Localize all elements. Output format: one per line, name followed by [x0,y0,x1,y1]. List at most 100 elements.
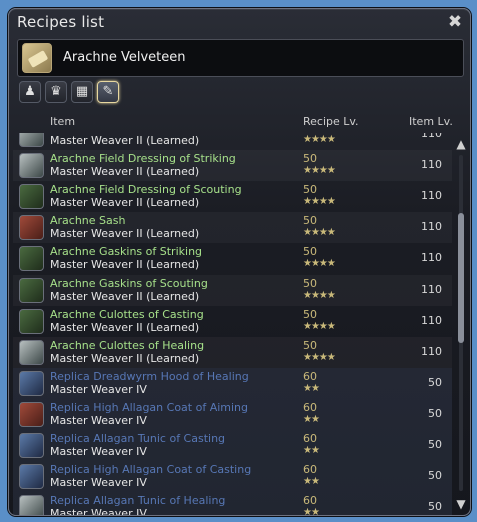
scrollbar[interactable]: ▲ ▼ [454,133,468,515]
item-icon [19,370,44,396]
difficulty-stars: ★★★★ [303,196,336,208]
item-level: 50 [428,500,442,514]
recipe-level: 50 [303,245,317,259]
item-level: 110 [421,158,442,172]
recipe-row[interactable]: Arachne Gaskins of Scouting Master Weaver… [13,274,452,306]
item-name: Replica Dreadwyrm Hood of Healing [50,369,249,383]
scroll-thumb[interactable] [458,213,464,343]
column-item: Item [50,115,76,128]
difficulty-stars: ★★ [303,445,320,456]
item-icon [19,339,44,365]
difficulty-stars: ★★ [303,476,320,488]
difficulty-stars: ★★★★ [303,258,336,270]
item-icon [19,433,44,458]
difficulty-stars: ★★★★ [303,134,336,145]
item-name: Replica Allagan Tunic of Healing [50,494,226,508]
scroll-up-icon[interactable]: ▲ [454,137,468,151]
selected-recipe-box[interactable]: Arachne Velveteen [17,39,464,77]
recipe-source: Master Weaver IV [50,507,147,515]
grid-icon[interactable]: ▦ [71,81,93,103]
recipe-source: Master Weaver IV [50,476,147,490]
item-icon [19,153,44,179]
recipe-row[interactable]: Replica Allagan Tunic of Casting Master W… [13,430,452,461]
recipe-source: Master Weaver II (Learned) [50,196,200,210]
recipe-row[interactable]: Replica Allagan Tunic of Healing Master W… [13,492,452,515]
recipe-source: Master Weaver II (Learned) [50,320,200,334]
recipe-level: 60 [303,400,317,414]
recipe-row[interactable]: Arachne Gaskins of Striking Master Weaver… [13,243,452,274]
recipe-row[interactable]: Arachne Field Dressing of Striking Master… [13,150,452,182]
recipe-level: 50 [303,152,317,166]
item-level: 50 [428,438,442,451]
item-icon [19,277,44,303]
needle-icon[interactable]: ✎ [97,81,119,103]
item-level: 50 [428,469,442,483]
item-level: 50 [428,375,442,389]
recipe-source: Master Weaver II (Learned) [50,351,200,365]
item-name: Arachne Gaskins of Striking [50,245,203,259]
recipe-level: 60 [303,369,317,383]
recipe-row[interactable]: Arachne Culottes of Healing Master Weaver… [13,336,452,368]
difficulty-stars: ★★★★ [303,227,336,239]
item-name: Arachne Field Dressing of Scouting [50,183,242,197]
recipe-level: 50 [303,276,317,290]
close-icon[interactable]: ✖ [446,13,464,31]
item-level: 110 [421,251,442,265]
recipe-source: Master Weaver II (Learned) [50,227,200,241]
difficulty-stars: ★★ [303,382,320,394]
item-icon [19,246,44,272]
item-level: 110 [421,220,442,234]
recipe-source: Master Weaver II (Learned) [50,165,200,179]
recipe-level: 50 [303,214,317,228]
item-name: Arachne Culottes of Healing [50,338,205,352]
recipe-level: 60 [303,432,317,445]
item-icon [19,464,44,490]
recipe-level: 50 [303,307,317,321]
item-level: 110 [421,133,442,140]
recipe-row[interactable]: Replica High Allagan Coat of Casting Mast… [13,461,452,493]
item-icon [19,495,44,515]
recipe-source: Master Weaver II (Learned) [50,289,200,303]
recipe-level: 60 [303,463,317,477]
difficulty-stars: ★★★★ [303,289,336,301]
item-name: Arachne Culottes of Casting [50,307,204,321]
difficulty-stars: ★★★★ [303,320,336,332]
title-bar: Recipes list ✖ [9,9,470,35]
column-item-level: Item Lv. [409,115,453,128]
difficulty-stars: ★★★★ [303,351,336,363]
item-name: Arachne Field Dressing of Striking [50,152,236,166]
item-icon [19,401,44,427]
recipe-source: Master Weaver IV [50,382,147,396]
recipe-row[interactable]: Arachne Culottes of Casting Master Weaver… [13,306,452,337]
item-icon [19,184,44,210]
column-headers: Item Recipe Lv. Item Lv. [9,115,456,133]
recipe-row[interactable]: Arachne Field Dressing of Scouting Master… [13,181,452,212]
item-level: 110 [421,189,442,203]
recipe-source: Master Weaver II (Learned) [50,134,200,147]
difficulty-stars: ★★★★ [303,165,336,177]
item-name: Arachne Sash [50,214,126,228]
recipe-row[interactable]: Replica Dreadwyrm Hood of Healing Master … [13,367,452,399]
recipe-row[interactable]: Replica High Allagan Coat of Aiming Maste… [13,398,452,430]
item-icon [19,133,44,147]
recipe-source: Master Weaver IV [50,413,147,427]
item-level: 110 [421,313,442,327]
item-icon [19,308,44,334]
cloth-bolt-icon [22,43,52,73]
recipe-list: Arachne HoodMaster Weaver II (Learned)50… [13,133,452,515]
scroll-down-icon[interactable]: ▼ [454,497,468,511]
recipe-level: 60 [303,494,317,508]
recipes-list-window: Recipes list ✖ Arachne Velveteen ♟ ♛ ▦ ✎ It… [8,8,471,516]
recipe-row[interactable]: Arachne Sash Master Weaver II (Learned) 50… [13,212,452,244]
head-gear-icon[interactable]: ♟ [19,81,41,103]
recipe-source: Master Weaver II (Learned) [50,258,200,272]
recipe-row[interactable]: Arachne HoodMaster Weaver II (Learned)50… [13,133,452,150]
item-name: Replica High Allagan Coat of Aiming [50,400,249,414]
crown-icon[interactable]: ♛ [45,81,67,103]
difficulty-stars: ★★ [303,413,320,425]
filter-bar: ♟ ♛ ▦ ✎ [19,81,123,107]
item-level: 110 [421,282,442,296]
recipe-level: 50 [303,338,317,352]
window-title: Recipes list [17,13,105,31]
item-icon [19,215,44,241]
